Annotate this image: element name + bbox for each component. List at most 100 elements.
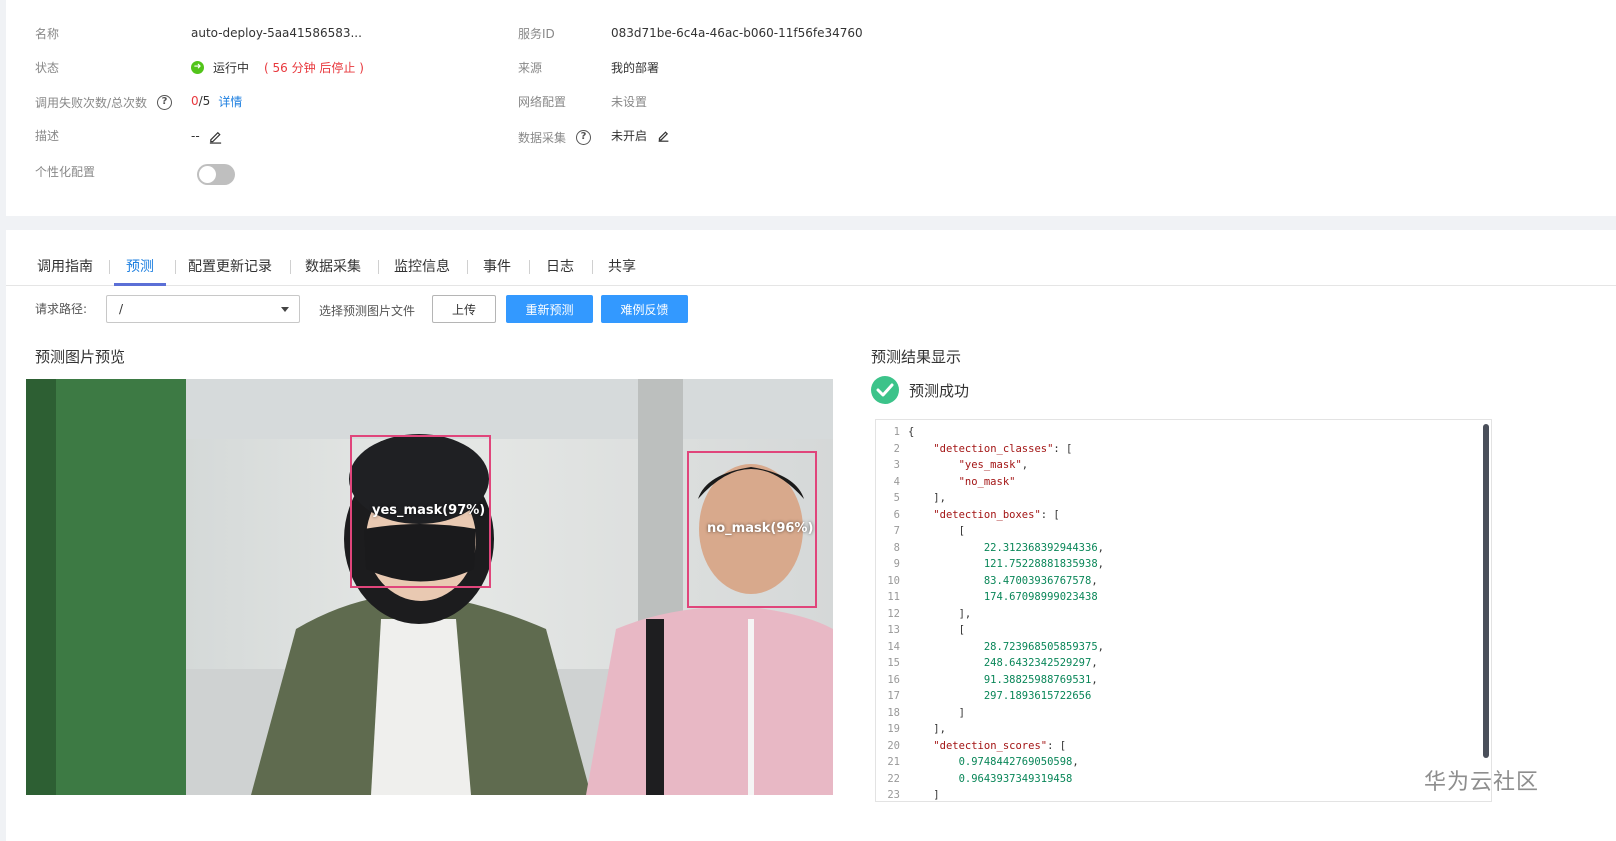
tab-divider	[467, 260, 468, 274]
tab-events[interactable]: 事件	[483, 256, 511, 284]
code-line: 4 "no_mask"	[876, 474, 1016, 491]
tab-logs[interactable]: 日志	[546, 256, 574, 284]
code-text: 0.9643937349319458	[958, 772, 1073, 785]
network-label: 网络配置	[518, 94, 567, 109]
status-value: 运行中	[213, 60, 250, 75]
line-number: 4	[893, 475, 900, 488]
code-text: 28.723968505859375,	[983, 640, 1104, 653]
code-text: [	[908, 624, 965, 637]
scrollbar[interactable]	[1483, 424, 1489, 758]
line-number: 21	[887, 756, 900, 769]
code-line: 18 ]	[876, 705, 965, 722]
code-text: [	[908, 525, 965, 538]
personalization-label: 个性化配置	[35, 164, 96, 179]
code-line: 16 91.38825988769531,	[876, 672, 1097, 689]
pencil-icon[interactable]	[657, 129, 670, 142]
name-value: auto-deploy-5aa41586583...	[191, 26, 362, 40]
line-number: 5	[893, 492, 900, 505]
code-text: ]	[908, 789, 940, 802]
code-text: 83.47003936767578,	[983, 574, 1098, 587]
detection-box: yes_mask(97%)	[350, 435, 491, 588]
code-text: 174.67098999023438	[983, 591, 1098, 604]
result-json-viewer[interactable]: 1{2 "detection_classes": [3 "yes_mask", 4…	[875, 419, 1492, 802]
stop-countdown: ( 56 分钟 后停止 )	[264, 60, 364, 75]
line-number: 6	[893, 508, 900, 521]
data-collect-field: 未开启	[611, 125, 670, 145]
tab-predict[interactable]: 预测	[114, 256, 166, 286]
code-line: 7 [	[876, 523, 965, 540]
fail-count-value: 0	[191, 94, 199, 108]
check-circle-icon	[871, 376, 899, 404]
tab-config-history[interactable]: 配置更新记录	[188, 256, 272, 284]
toggle-knob	[199, 166, 216, 183]
service-id-label: 服务ID	[518, 26, 555, 41]
code-line: 8 22.312368392944336,	[876, 540, 1104, 557]
select-image-label: 选择预测图片文件	[319, 304, 416, 318]
code-line: 12 ],	[876, 606, 971, 623]
data-collect-value: 未开启	[611, 128, 648, 143]
question-circle-icon[interactable]: ?	[576, 129, 592, 145]
running-dot-icon: ➜	[191, 60, 204, 74]
personalization-toggle[interactable]	[197, 164, 235, 185]
code-line: 20 "detection_scores": [	[876, 738, 1066, 755]
fail-count-field: 0 /5 详情	[191, 91, 242, 111]
tab-call-guide[interactable]: 调用指南	[37, 256, 93, 284]
code-text: 22.312368392944336,	[983, 541, 1104, 554]
code-line: 23 ]	[876, 787, 940, 802]
line-number: 20	[887, 739, 900, 752]
preview-title: 预测图片预览	[35, 348, 126, 366]
line-number: 15	[887, 657, 900, 670]
watermark: 华为云社区	[1424, 770, 1540, 795]
code-line: 6 "detection_boxes": [	[876, 507, 1060, 524]
upload-button[interactable]: 上传	[432, 295, 496, 323]
pencil-icon[interactable]	[208, 129, 223, 144]
tab-bar: 调用指南 预测 配置更新记录 数据采集 监控信息 事件 日志 共享	[6, 230, 1616, 286]
code-text: 0.9748442769050598,	[958, 756, 1079, 769]
line-number: 11	[887, 591, 900, 604]
line-number: 16	[887, 673, 900, 686]
tab-divider	[529, 260, 530, 274]
code-line: 1{	[876, 424, 915, 441]
fail-count-total: /5	[198, 94, 211, 108]
feedback-button[interactable]: 难例反馈	[601, 295, 688, 323]
line-number: 14	[887, 640, 900, 653]
line-number: 8	[893, 541, 900, 554]
source-value: 我的部署	[611, 60, 660, 75]
detail-link[interactable]: 详情	[218, 93, 242, 110]
request-path-select[interactable]: /	[106, 295, 300, 323]
question-circle-icon[interactable]: ?	[157, 94, 173, 110]
code-line: 2 "detection_classes": [	[876, 441, 1073, 458]
network-value: 未设置	[611, 94, 648, 109]
tab-divider	[109, 260, 110, 274]
line-number: 3	[893, 459, 900, 472]
code-line: 3 "yes_mask",	[876, 457, 1028, 474]
code-line: 10 83.47003936767578,	[876, 573, 1098, 590]
detection-label: no_mask(96%)	[707, 521, 814, 536]
code-line: 15 248.6432342529297,	[876, 655, 1097, 672]
tab-data-collection[interactable]: 数据采集	[305, 256, 361, 284]
tab-monitoring[interactable]: 监控信息	[394, 256, 450, 284]
line-number: 1	[893, 426, 900, 439]
detection-box: no_mask(96%)	[687, 451, 817, 608]
code-line: 14 28.723968505859375,	[876, 639, 1104, 656]
code-line: 13 [	[876, 622, 965, 639]
code-text: ],	[908, 723, 946, 736]
repredict-button[interactable]: 重新预测	[506, 295, 593, 323]
caret-down-icon	[281, 307, 289, 312]
code-text: 297.1893615722656	[983, 690, 1092, 703]
name-label: 名称	[35, 26, 60, 41]
description-field: --	[191, 126, 223, 146]
name-row: 名称	[35, 23, 59, 43]
request-path-value: /	[119, 302, 124, 316]
code-text: "no_mask"	[958, 475, 1016, 488]
code-text: "detection_scores": [	[933, 739, 1067, 752]
status-label: 状态	[35, 60, 60, 75]
service-info-panel: 名称 auto-deploy-5aa41586583... 服务ID 083d7…	[6, 0, 1616, 216]
line-number: 19	[887, 723, 900, 736]
description-value: --	[191, 129, 200, 143]
line-number: 2	[893, 442, 900, 455]
line-number: 22	[887, 772, 900, 785]
line-number: 18	[887, 706, 900, 719]
code-line: 9 121.75228881835938,	[876, 556, 1104, 573]
tab-share[interactable]: 共享	[608, 256, 636, 284]
